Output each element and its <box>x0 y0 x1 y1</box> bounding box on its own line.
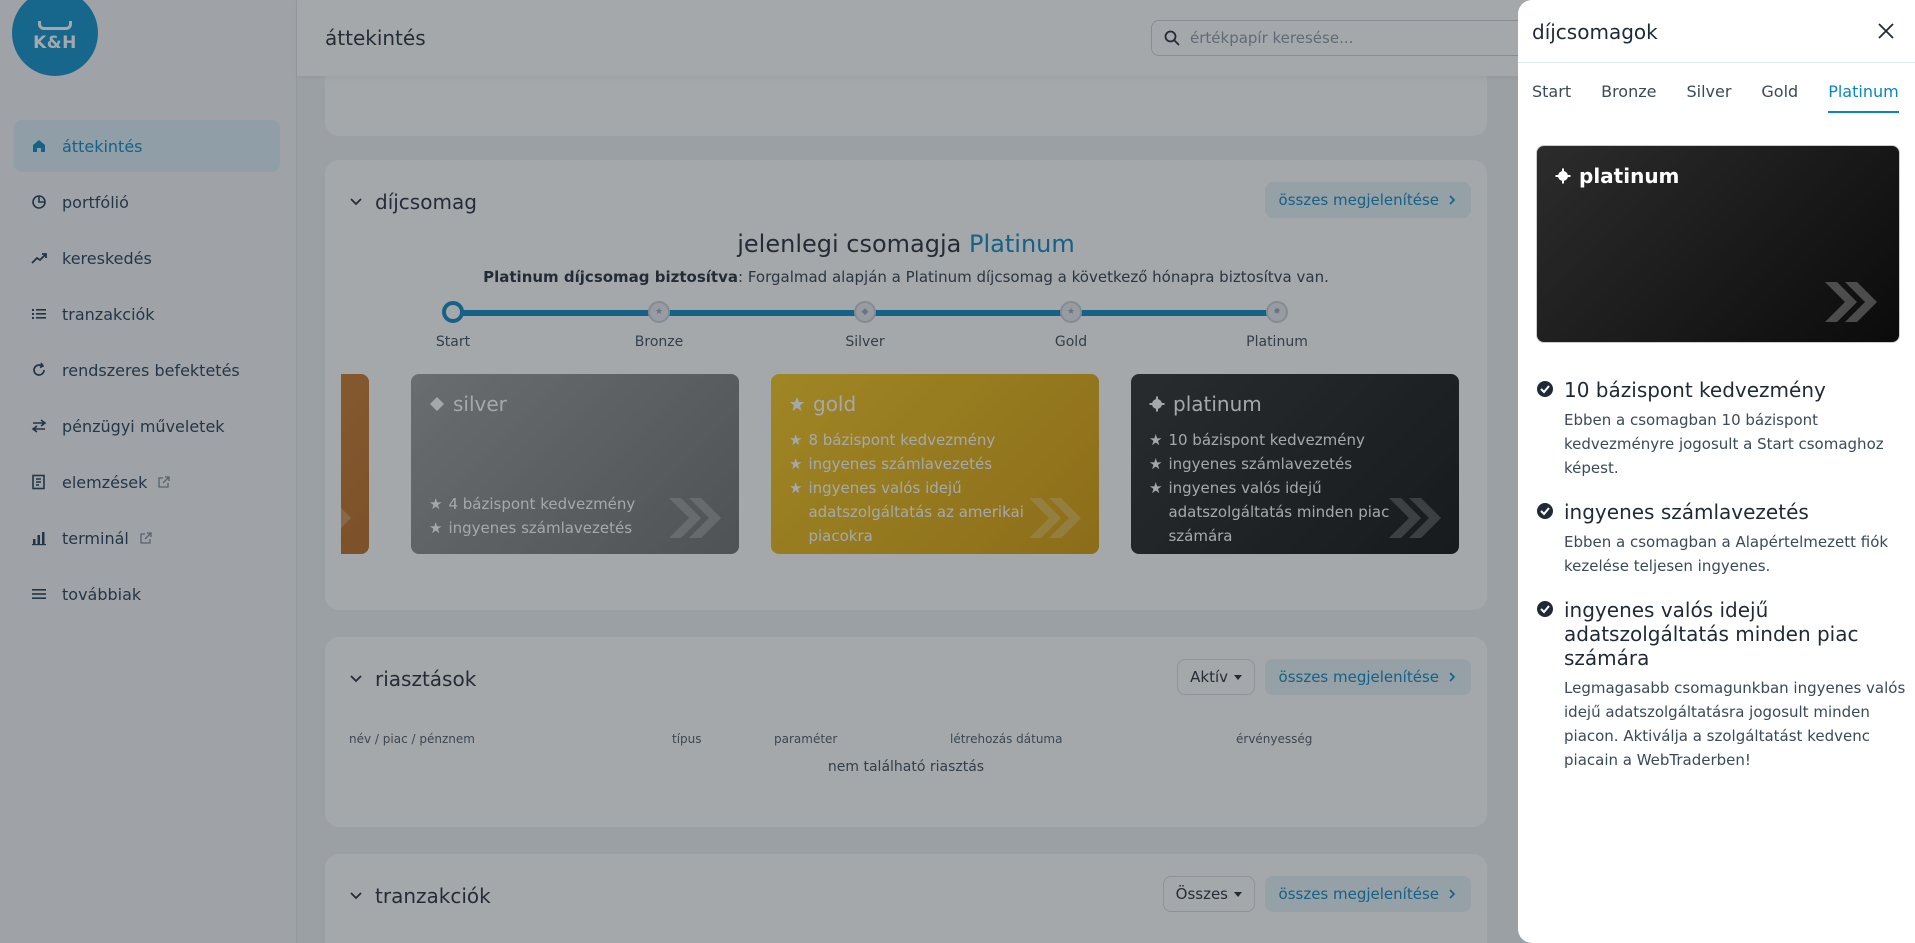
tab-platinum[interactable]: Platinum <box>1828 82 1899 113</box>
benefit-item: ingyenes valós idejű adatszolgáltatás mi… <box>1536 598 1906 772</box>
double-chevron-icon <box>1825 282 1877 322</box>
benefit-description: Ebben a csomagban 10 bázispont kedvezmén… <box>1564 411 1884 477</box>
gear-badge-icon <box>1555 168 1571 184</box>
check-circle-icon <box>1537 601 1553 617</box>
package-tabs: Start Bronze Silver Gold Platinum <box>1532 82 1899 113</box>
fee-packages-drawer: díjcsomagok Start Bronze Silver Gold Pla… <box>1518 0 1915 943</box>
tab-silver[interactable]: Silver <box>1686 82 1731 113</box>
check-circle-icon <box>1537 503 1553 519</box>
close-button[interactable] <box>1873 18 1899 44</box>
package-benefits-list: 10 bázispont kedvezmény Ebben a csomagba… <box>1536 378 1906 792</box>
benefit-item: 10 bázispont kedvezmény Ebben a csomagba… <box>1536 378 1906 480</box>
benefit-title-text: ingyenes számlavezetés <box>1564 500 1809 524</box>
package-card-name: platinum <box>1555 164 1679 188</box>
benefit-description: Ebben a csomagban a Alapértelmezett fiók… <box>1564 533 1889 575</box>
check-circle-icon <box>1537 381 1553 397</box>
benefit-title-text: 10 bázispont kedvezmény <box>1564 378 1826 402</box>
package-card-name-label: platinum <box>1579 164 1680 188</box>
close-icon <box>1878 23 1894 39</box>
benefit-title-text: ingyenes valós idejű adatszolgáltatás mi… <box>1564 598 1859 670</box>
benefit-description: Legmagasabb csomagunkban ingyenes valós … <box>1564 679 1906 769</box>
platinum-package-card: platinum <box>1536 145 1900 343</box>
benefit-title: 10 bázispont kedvezmény <box>1536 378 1906 402</box>
benefit-title: ingyenes valós idejű adatszolgáltatás mi… <box>1536 598 1906 670</box>
tab-bronze[interactable]: Bronze <box>1601 82 1656 113</box>
tab-gold[interactable]: Gold <box>1761 82 1798 113</box>
drawer-divider <box>1518 62 1915 63</box>
benefit-item: ingyenes számlavezetés Ebben a csomagban… <box>1536 500 1906 578</box>
benefit-title: ingyenes számlavezetés <box>1536 500 1906 524</box>
tab-start[interactable]: Start <box>1532 82 1571 113</box>
drawer-title: díjcsomagok <box>1532 20 1658 44</box>
